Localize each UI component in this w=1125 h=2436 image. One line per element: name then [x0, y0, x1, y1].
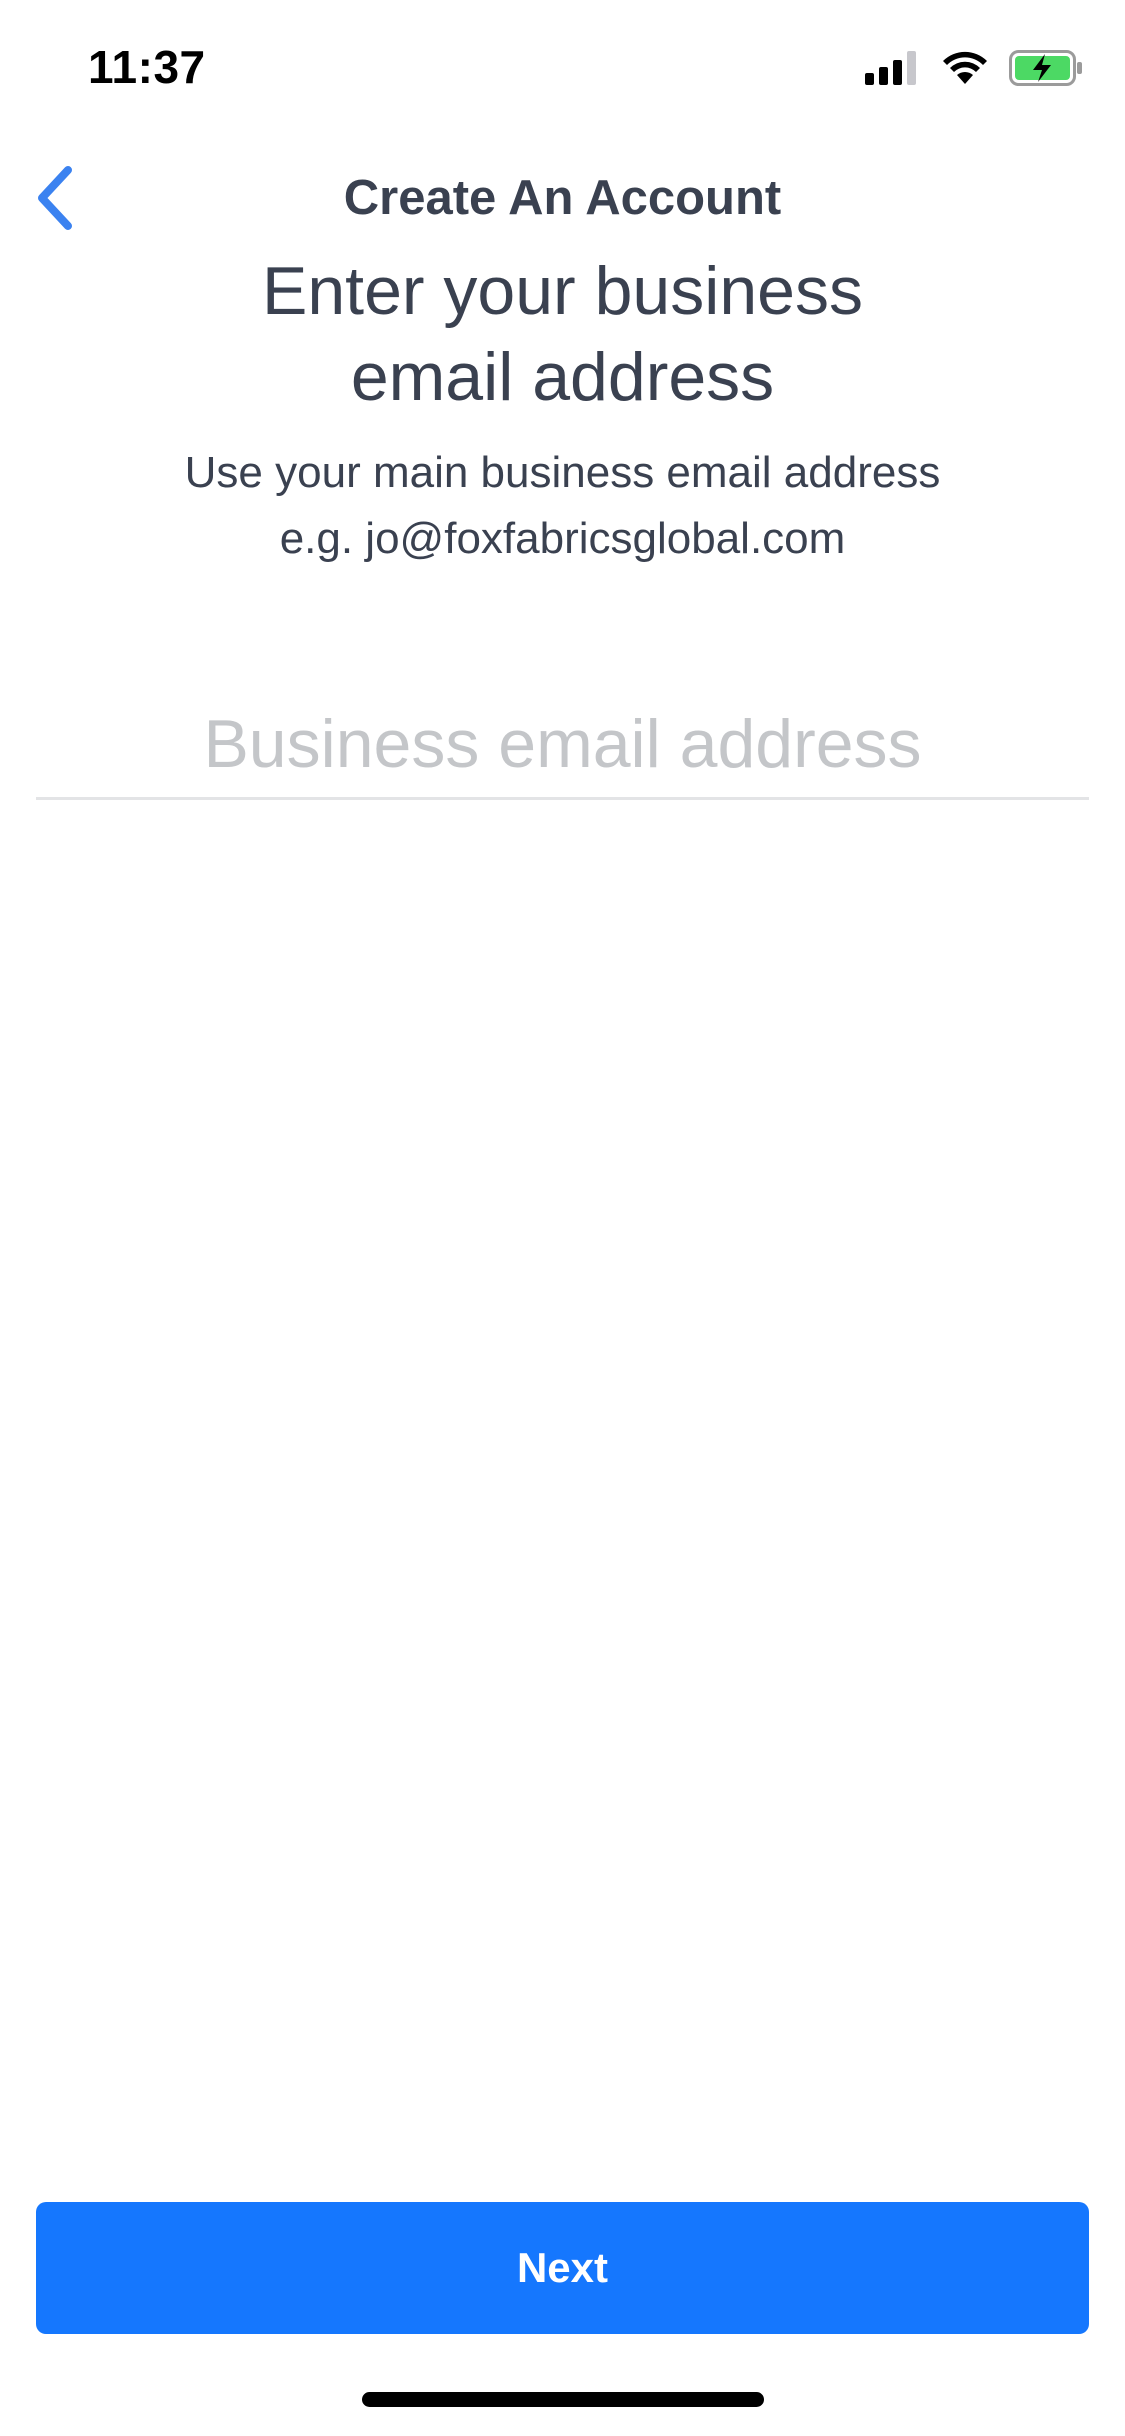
next-button[interactable]: Next [36, 2202, 1089, 2334]
subheading-line-1: Use your main business email address [184, 448, 941, 497]
battery-charging-icon [1009, 50, 1085, 86]
heading-line-1: Enter your business [262, 253, 863, 329]
home-indicator [362, 2392, 764, 2407]
wifi-icon [941, 50, 989, 86]
heading: Enter your business email address [100, 248, 1025, 420]
heading-line-2: email address [350, 339, 775, 415]
page-title: Create An Account [343, 171, 782, 225]
subheading: Use your main business email address e.g… [80, 440, 1045, 572]
status-icons [865, 48, 1085, 88]
subheading-line-2: e.g. jo@foxfabricsglobal.com [279, 514, 846, 563]
status-time: 11:37 [88, 41, 206, 93]
status-bar: 11:37 [0, 0, 1125, 140]
cellular-signal-icon [865, 51, 921, 85]
business-email-input[interactable] [36, 690, 1089, 800]
